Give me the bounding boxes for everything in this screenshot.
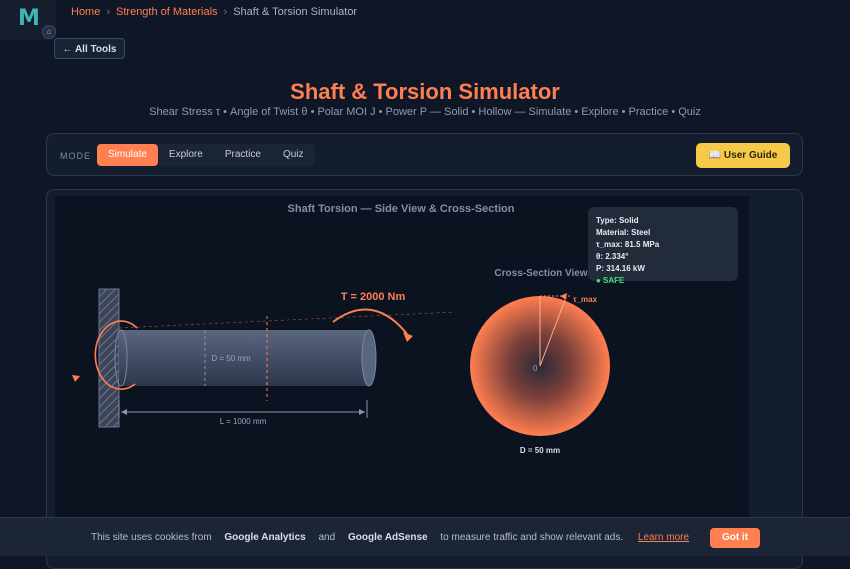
breadcrumb: Home › Strength of Materials › Shaft & Torsi… — [71, 6, 357, 18]
tooltip-theta: θ: 2.334° — [596, 252, 629, 261]
breadcrumb-current: Shaft & Torsion Simulator — [233, 6, 358, 18]
cross-section-title: Cross-Section View — [494, 268, 587, 279]
breadcrumb-separator: › — [223, 6, 228, 18]
tab-explore[interactable]: Explore — [158, 144, 214, 166]
tooltip-material: Material: Steel — [596, 228, 651, 237]
tooltip-type: Type: Solid — [596, 216, 639, 225]
page-title: Shaft & Torsion Simulator — [290, 79, 560, 104]
results-tooltip: Type: Solid Material: Steel τ_max: 81.5 … — [588, 207, 738, 285]
tab-simulate[interactable]: Simulate — [97, 144, 158, 166]
cookie-ga: Google Analytics — [224, 532, 306, 543]
learn-more-link[interactable]: Learn more — [638, 532, 689, 543]
shaft-diameter-label: D = 50 mm — [211, 354, 251, 363]
cookie-banner: This site uses cookies from Google Analy… — [0, 517, 850, 556]
logo-letter: M — [18, 6, 40, 31]
breadcrumb-category[interactable]: Strength of Materials — [116, 6, 218, 18]
cross-diameter-label: D = 50 mm — [520, 446, 560, 455]
cookie-and: and — [318, 532, 336, 543]
site-logo[interactable]: M ⌂ — [0, 0, 56, 40]
cookie-adsense: Google AdSense — [347, 532, 428, 543]
tab-quiz[interactable]: Quiz — [272, 144, 315, 166]
tooltip-power: P: 314.16 kW — [596, 264, 645, 273]
center-label: 0 — [533, 364, 538, 373]
cookie-text: This site uses cookies from Google Analy… — [91, 532, 689, 543]
all-tools-button[interactable]: ← All Tools — [54, 38, 125, 59]
tau-max-label: τ_max — [573, 295, 598, 304]
tab-practice[interactable]: Practice — [214, 144, 272, 166]
home-icon[interactable]: ⌂ — [42, 25, 56, 39]
torque-label: T = 2000 Nm — [341, 291, 406, 303]
cookie-prefix: This site uses cookies from — [91, 532, 212, 543]
mode-tabs: Simulate Explore Practice Quiz — [97, 144, 315, 166]
fixed-wall — [98, 288, 120, 428]
diagram-title: Shaft Torsion — Side View & Cross-Sectio… — [288, 203, 515, 215]
tooltip-tau: τ_max: 81.5 MPa — [596, 240, 660, 249]
user-guide-button[interactable]: 📖 User Guide — [696, 143, 790, 168]
status-badge: ● SAFE — [596, 276, 625, 285]
mode-label: MODE — [60, 151, 91, 161]
shaft-end — [361, 329, 377, 387]
breadcrumb-home[interactable]: Home — [71, 6, 100, 18]
length-label: L = 1000 mm — [220, 417, 267, 426]
page-subtitle: Shear Stress τ • Angle of Twist θ • Pola… — [149, 106, 701, 118]
breadcrumb-separator: › — [106, 6, 111, 18]
mode-bar: MODE Simulate Explore Practice Quiz — [46, 133, 803, 176]
got-it-button[interactable]: Got it — [710, 528, 760, 548]
cookie-suffix: to measure traffic and show relevant ads… — [440, 532, 624, 543]
